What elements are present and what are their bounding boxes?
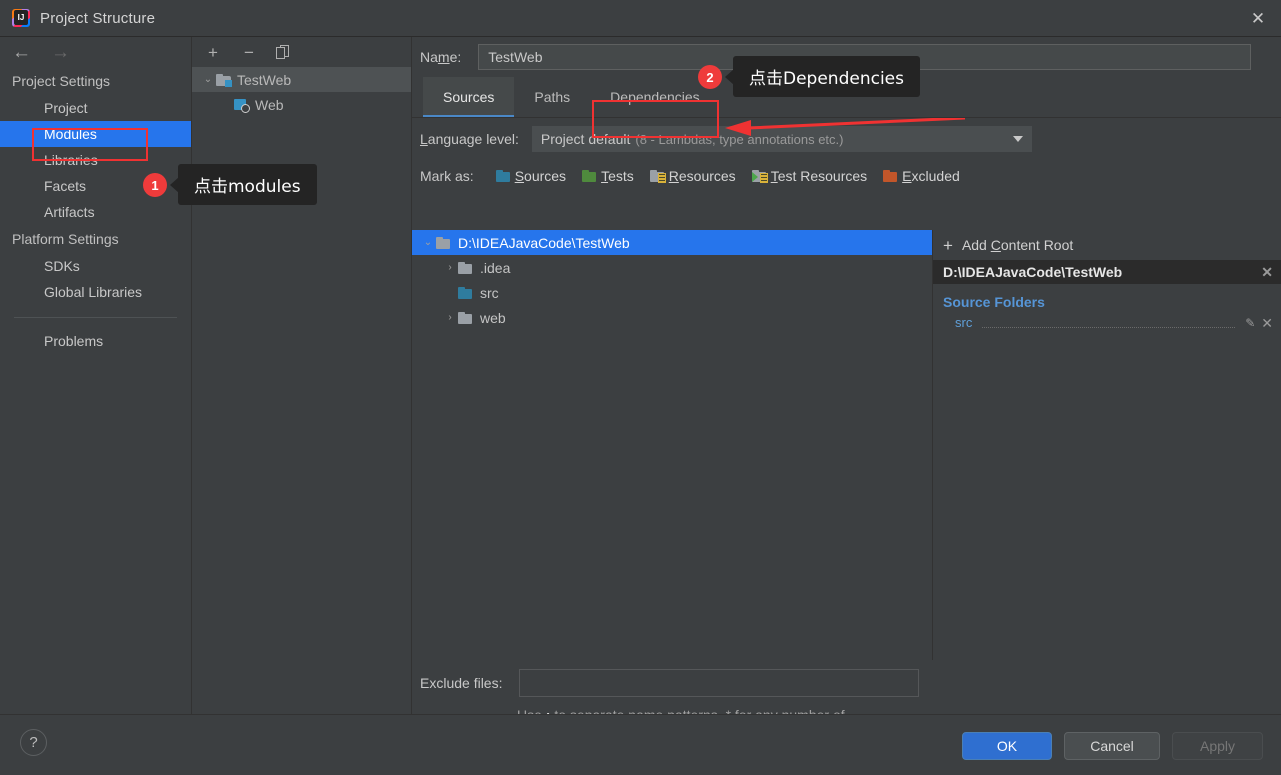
remove-source-folder-icon[interactable]: ✕ [1261,316,1273,330]
annotation-badge-1: 1 [143,173,167,197]
mark-as-resources-button[interactable]: Resources [649,168,736,184]
language-level-label: Language level: [420,131,519,147]
dotted-leader [982,317,1236,328]
sources-folder-icon [495,170,511,182]
content-root-header: D:\IDEAJavaCode\TestWeb ✕ [933,260,1281,284]
module-editor-panel: Name: Sources Paths Dependencies Languag… [412,37,1281,744]
sidebar-item-project[interactable]: Project [0,95,191,121]
sidebar-item-sdks[interactable]: SDKs [0,253,191,279]
tab-sources[interactable]: Sources [423,77,515,117]
test-resources-folder-icon [751,170,768,183]
mark-as-label: Mark as: [420,168,474,184]
module-tree-item-label: Web [255,96,284,113]
excluded-folder-icon [883,170,898,182]
ok-button[interactable]: OK [962,732,1052,760]
add-module-button[interactable]: + [204,44,222,61]
mark-as-sources-label: Sources [514,168,567,184]
source-folders-heading: Source Folders [943,294,1045,310]
tree-row[interactable]: ⌄ D:\IDEAJavaCode\TestWeb [412,230,932,255]
module-name-label: Name: [420,49,462,65]
dialog-footer: ? OK Cancel Apply CSDN @打更 [0,714,1281,775]
sidebar-item-global-libraries[interactable]: Global Libraries [0,279,191,305]
module-tree-item-web[interactable]: Web [192,92,411,117]
module-tree-item-label: TestWeb [237,71,292,88]
content-root-file-tree: ⌄ D:\IDEAJavaCode\TestWeb › .idea src › [412,230,933,660]
sidebar-group-project-settings: Project Settings [12,73,111,89]
sidebar-item-problems[interactable]: Problems [0,328,191,354]
tree-row-label: .idea [480,259,511,276]
remove-module-button[interactable]: − [240,44,258,61]
highlight-box-dependencies [592,100,719,138]
web-facet-icon [234,98,250,113]
back-arrow-icon[interactable]: ← [12,43,31,62]
nav-history-controls: ← → [0,37,191,67]
tab-paths[interactable]: Paths [514,77,590,117]
source-folder-icon [458,286,473,299]
remove-content-root-icon[interactable]: ✕ [1261,265,1273,279]
chevron-down-icon[interactable]: ⌄ [200,74,216,85]
source-folder-entry[interactable]: src ✎ ✕ [933,313,1281,332]
plus-icon: + [943,235,953,255]
chevron-down-icon[interactable] [1012,136,1023,142]
mark-as-tests-button[interactable]: Tests [582,168,634,184]
tree-row-label: src [480,284,499,301]
content-roots-panel: + Add Content Root D:\IDEAJavaCode\TestW… [933,230,1281,660]
module-tree-item-testweb[interactable]: ⌄ TestWeb [192,67,411,92]
add-content-root-label: Add Content Root [961,237,1074,253]
tree-row[interactable]: src [412,280,932,305]
mark-as-test-resources-label: Test Resources [770,168,868,184]
modules-list-panel: + − ⌄ TestWeb Web [192,37,412,714]
modules-toolbar: + − [192,37,411,67]
sidebar-item-artifacts[interactable]: Artifacts [0,199,191,225]
source-folder-name[interactable]: src [955,315,972,330]
copy-module-icon[interactable] [276,44,290,60]
chevron-down-icon[interactable]: ⌄ [420,237,436,248]
add-content-root-button[interactable]: + Add Content Root [933,230,1281,260]
sidebar-group-platform-settings: Platform Settings [12,231,119,247]
annotation-badge-2: 2 [698,65,722,89]
folder-icon [436,236,451,249]
project-structure-dialog: Project Structure ✕ ← → Project Settings… [0,0,1281,775]
close-icon[interactable]: ✕ [1235,0,1281,36]
mark-as-tests-label: Tests [601,168,634,184]
tree-row[interactable]: › web [412,305,932,330]
cancel-button[interactable]: Cancel [1064,732,1160,760]
mark-as-resources-label: Resources [668,168,736,184]
mark-as-excluded-button[interactable]: Excluded [883,168,960,184]
mark-as-test-resources-button[interactable]: Test Resources [751,168,868,184]
help-button[interactable]: ? [20,729,47,756]
tree-row[interactable]: › .idea [412,255,932,280]
chevron-right-icon[interactable]: › [442,312,458,323]
sidebar-divider [14,317,177,318]
exclude-files-row: Exclude files: [412,660,1281,697]
exclude-files-label: Exclude files: [420,675,503,691]
page-title: Project Structure [40,9,156,27]
chevron-right-icon[interactable]: › [442,262,458,273]
sources-split-pane: ⌄ D:\IDEAJavaCode\TestWeb › .idea src › [412,230,1281,660]
language-level-row: Language level: Project default (8 - Lam… [412,118,1281,160]
tree-row-label: D:\IDEAJavaCode\TestWeb [458,234,630,251]
pencil-icon[interactable]: ✎ [1245,316,1255,330]
tree-row-label: web [480,309,506,326]
tests-folder-icon [582,170,597,182]
exclude-files-input[interactable] [519,669,920,697]
content-root-path: D:\IDEAJavaCode\TestWeb [943,264,1123,280]
forward-arrow-icon[interactable]: → [51,43,70,62]
module-folder-icon [216,73,232,87]
apply-button: Apply [1172,732,1263,760]
mark-as-row: Mark as: Sources Tests Resources Test Re… [412,160,1281,192]
mark-as-excluded-label: Excluded [902,168,960,184]
intellij-idea-icon [12,9,30,27]
folder-icon [458,261,473,274]
annotation-tooltip-2: 点击Dependencies [733,56,920,97]
resources-folder-icon [649,170,666,183]
folder-icon [458,311,473,324]
title-bar: Project Structure ✕ [0,0,1281,37]
highlight-box-modules [32,128,148,161]
mark-as-sources-button[interactable]: Sources [495,168,567,184]
annotation-tooltip-1: 点击modules [178,164,317,205]
